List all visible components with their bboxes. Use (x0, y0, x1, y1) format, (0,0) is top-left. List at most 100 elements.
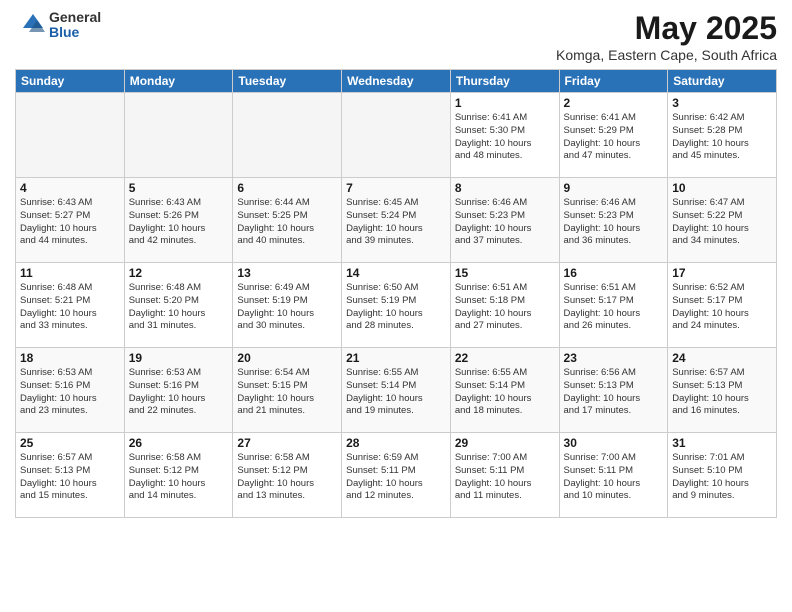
logo-general-text: General (49, 10, 101, 25)
day-number: 6 (237, 181, 337, 195)
calendar-cell (342, 93, 451, 178)
calendar-cell: 24 Sunrise: 6:57 AM Sunset: 5:13 PM Dayli… (668, 348, 777, 433)
calendar-header-saturday: Saturday (668, 70, 777, 93)
calendar-header-thursday: Thursday (450, 70, 559, 93)
day-info: Sunrise: 6:55 AM Sunset: 5:14 PM Dayligh… (346, 367, 446, 418)
calendar-week-4: 18Sunrise: 6:53 AM Sunset: 5:16 PM Dayli… (16, 348, 777, 433)
day-info: Sunrise: 6:41 AM Sunset: 5:30 PM Dayligh… (455, 112, 555, 163)
day-info: Sunrise: 6:47 AM Sunset: 5:22 PM Dayligh… (672, 197, 772, 248)
day-info: Sunrise: 6:44 AM Sunset: 5:25 PM Dayligh… (237, 197, 337, 248)
day-number: 12 (129, 266, 229, 280)
day-info: Sunrise: 6:58 AM Sunset: 5:12 PM Dayligh… (237, 452, 337, 503)
calendar-cell: 20 Sunrise: 6:54 AM Sunset: 5:15 PM Dayli… (233, 348, 342, 433)
day-info: Sunrise: 6:46 AM Sunset: 5:23 PM Dayligh… (564, 197, 664, 248)
day-info: Sunrise: 6:55 AM Sunset: 5:14 PM Dayligh… (455, 367, 555, 418)
calendar-week-3: 11 Sunrise: 6:48 AM Sunset: 5:21 PM Dayli… (16, 263, 777, 348)
calendar-cell: 2Sunrise: 6:41 AM Sunset: 5:29 PM Daylig… (559, 93, 668, 178)
day-info: Sunrise: 6:46 AM Sunset: 5:23 PM Dayligh… (455, 197, 555, 248)
title-area: May 2025 Komga, Eastern Cape, South Afri… (556, 10, 777, 63)
day-number: 13 (237, 266, 337, 280)
calendar-cell: 22 Sunrise: 6:55 AM Sunset: 5:14 PM Dayli… (450, 348, 559, 433)
day-number: 9 (564, 181, 664, 195)
calendar-cell: 21 Sunrise: 6:55 AM Sunset: 5:14 PM Dayli… (342, 348, 451, 433)
day-info: Sunrise: 6:41 AM Sunset: 5:29 PM Dayligh… (564, 112, 664, 163)
day-number: 21 (346, 351, 446, 365)
day-info: Sunrise: 6:43 AM Sunset: 5:26 PM Dayligh… (129, 197, 229, 248)
day-number: 3 (672, 96, 772, 110)
day-info: Sunrise: 6:53 AM Sunset: 5:16 PM Dayligh… (20, 367, 120, 418)
calendar-cell: 30 Sunrise: 7:00 AM Sunset: 5:11 PM Dayli… (559, 433, 668, 518)
day-info: Sunrise: 6:53 AM Sunset: 5:16 PM Dayligh… (129, 367, 229, 418)
calendar-cell: 10 Sunrise: 6:47 AM Sunset: 5:22 PM Dayli… (668, 178, 777, 263)
day-number: 15 (455, 266, 555, 280)
day-number: 23 (564, 351, 664, 365)
logo-text: General Blue (49, 10, 101, 41)
calendar-cell: 9 Sunrise: 6:46 AM Sunset: 5:23 PM Daylig… (559, 178, 668, 263)
calendar-cell: 27 Sunrise: 6:58 AM Sunset: 5:12 PM Dayli… (233, 433, 342, 518)
day-info: Sunrise: 6:51 AM Sunset: 5:17 PM Dayligh… (564, 282, 664, 333)
calendar-header-tuesday: Tuesday (233, 70, 342, 93)
day-number: 4 (20, 181, 120, 195)
day-info: Sunrise: 6:45 AM Sunset: 5:24 PM Dayligh… (346, 197, 446, 248)
calendar-cell: 25Sunrise: 6:57 AM Sunset: 5:13 PM Dayli… (16, 433, 125, 518)
day-info: Sunrise: 7:01 AM Sunset: 5:10 PM Dayligh… (672, 452, 772, 503)
day-info: Sunrise: 6:49 AM Sunset: 5:19 PM Dayligh… (237, 282, 337, 333)
calendar-cell: 28Sunrise: 6:59 AM Sunset: 5:11 PM Dayli… (342, 433, 451, 518)
calendar-cell: 1 Sunrise: 6:41 AM Sunset: 5:30 PM Daylig… (450, 93, 559, 178)
day-number: 20 (237, 351, 337, 365)
day-number: 27 (237, 436, 337, 450)
day-number: 11 (20, 266, 120, 280)
day-info: Sunrise: 6:48 AM Sunset: 5:20 PM Dayligh… (129, 282, 229, 333)
calendar-table: SundayMondayTuesdayWednesdayThursdayFrid… (15, 69, 777, 518)
calendar-cell (16, 93, 125, 178)
day-number: 30 (564, 436, 664, 450)
calendar-cell: 4Sunrise: 6:43 AM Sunset: 5:27 PM Daylig… (16, 178, 125, 263)
calendar-cell: 23 Sunrise: 6:56 AM Sunset: 5:13 PM Dayli… (559, 348, 668, 433)
day-info: Sunrise: 7:00 AM Sunset: 5:11 PM Dayligh… (564, 452, 664, 503)
day-number: 10 (672, 181, 772, 195)
day-number: 31 (672, 436, 772, 450)
day-info: Sunrise: 6:51 AM Sunset: 5:18 PM Dayligh… (455, 282, 555, 333)
calendar-week-5: 25Sunrise: 6:57 AM Sunset: 5:13 PM Dayli… (16, 433, 777, 518)
day-info: Sunrise: 6:57 AM Sunset: 5:13 PM Dayligh… (672, 367, 772, 418)
day-info: Sunrise: 6:56 AM Sunset: 5:13 PM Dayligh… (564, 367, 664, 418)
calendar-cell: 5Sunrise: 6:43 AM Sunset: 5:26 PM Daylig… (124, 178, 233, 263)
calendar-cell: 26 Sunrise: 6:58 AM Sunset: 5:12 PM Dayli… (124, 433, 233, 518)
day-number: 24 (672, 351, 772, 365)
day-number: 8 (455, 181, 555, 195)
calendar-cell: 12 Sunrise: 6:48 AM Sunset: 5:20 PM Dayli… (124, 263, 233, 348)
calendar-header-monday: Monday (124, 70, 233, 93)
calendar-cell (124, 93, 233, 178)
day-info: Sunrise: 6:48 AM Sunset: 5:21 PM Dayligh… (20, 282, 120, 333)
day-number: 16 (564, 266, 664, 280)
calendar-week-2: 4Sunrise: 6:43 AM Sunset: 5:27 PM Daylig… (16, 178, 777, 263)
calendar-week-1: 1 Sunrise: 6:41 AM Sunset: 5:30 PM Daylig… (16, 93, 777, 178)
day-info: Sunrise: 6:58 AM Sunset: 5:12 PM Dayligh… (129, 452, 229, 503)
calendar-header-wednesday: Wednesday (342, 70, 451, 93)
location: Komga, Eastern Cape, South Africa (556, 47, 777, 63)
calendar-cell: 15 Sunrise: 6:51 AM Sunset: 5:18 PM Dayli… (450, 263, 559, 348)
logo-blue-text: Blue (49, 25, 101, 40)
calendar-page: General Blue May 2025 Komga, Eastern Cap… (0, 0, 792, 612)
calendar-header-friday: Friday (559, 70, 668, 93)
calendar-cell: 13 Sunrise: 6:49 AM Sunset: 5:19 PM Dayli… (233, 263, 342, 348)
day-number: 22 (455, 351, 555, 365)
day-info: Sunrise: 6:42 AM Sunset: 5:28 PM Dayligh… (672, 112, 772, 163)
calendar-cell: 16 Sunrise: 6:51 AM Sunset: 5:17 PM Dayli… (559, 263, 668, 348)
calendar-cell: 19 Sunrise: 6:53 AM Sunset: 5:16 PM Dayli… (124, 348, 233, 433)
day-number: 28 (346, 436, 446, 450)
day-info: Sunrise: 6:50 AM Sunset: 5:19 PM Dayligh… (346, 282, 446, 333)
day-number: 26 (129, 436, 229, 450)
day-number: 1 (455, 96, 555, 110)
day-info: Sunrise: 6:52 AM Sunset: 5:17 PM Dayligh… (672, 282, 772, 333)
logo-icon (15, 10, 45, 40)
calendar-cell: 18Sunrise: 6:53 AM Sunset: 5:16 PM Dayli… (16, 348, 125, 433)
calendar-cell: 3 Sunrise: 6:42 AM Sunset: 5:28 PM Daylig… (668, 93, 777, 178)
calendar-cell: 14Sunrise: 6:50 AM Sunset: 5:19 PM Dayli… (342, 263, 451, 348)
calendar-cell: 29Sunrise: 7:00 AM Sunset: 5:11 PM Dayli… (450, 433, 559, 518)
day-info: Sunrise: 7:00 AM Sunset: 5:11 PM Dayligh… (455, 452, 555, 503)
calendar-cell: 7Sunrise: 6:45 AM Sunset: 5:24 PM Daylig… (342, 178, 451, 263)
day-info: Sunrise: 6:54 AM Sunset: 5:15 PM Dayligh… (237, 367, 337, 418)
header: General Blue May 2025 Komga, Eastern Cap… (15, 10, 777, 63)
day-number: 19 (129, 351, 229, 365)
